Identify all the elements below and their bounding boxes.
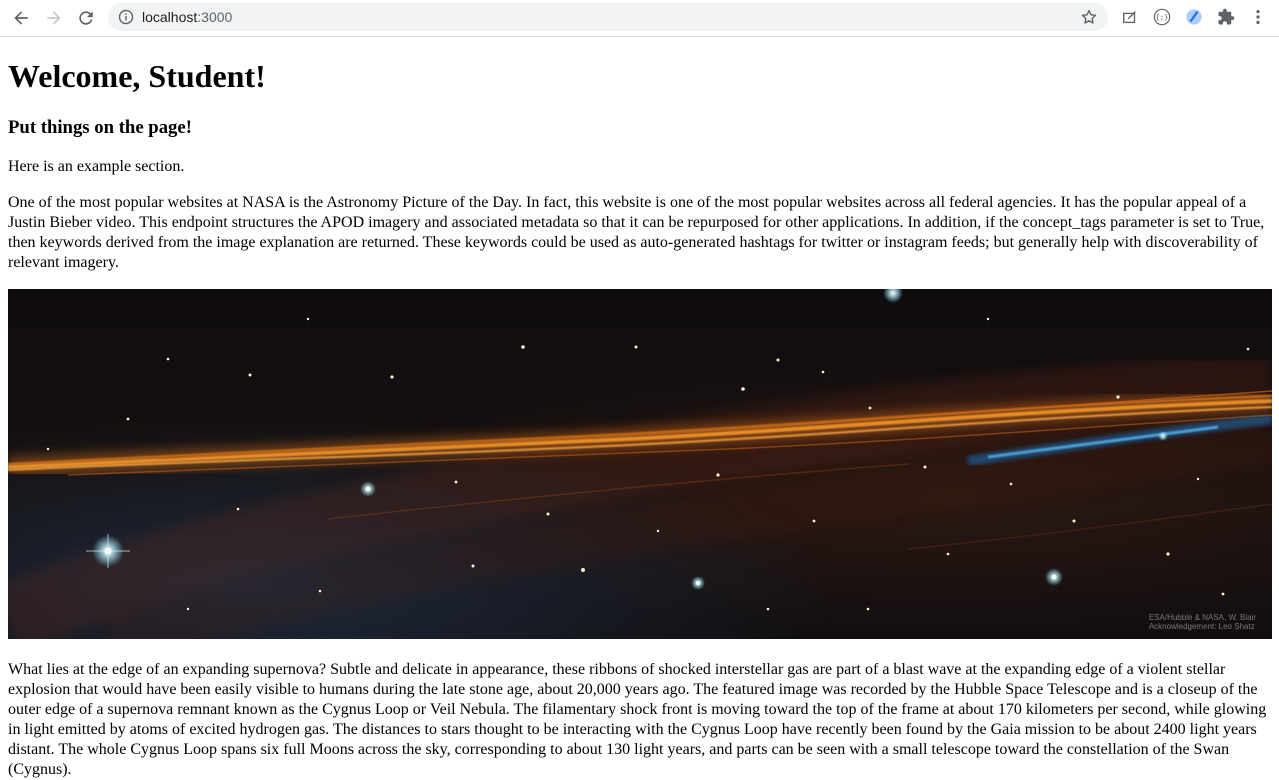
extension-globe-icon[interactable] [1182, 5, 1206, 29]
browser-menu-icon[interactable] [1246, 5, 1270, 29]
back-icon[interactable] [7, 4, 35, 32]
apod-image: ESA/Hubble & NASA, W. Blair Acknowledgem… [8, 289, 1272, 639]
veil-nebula-graphic [8, 289, 1272, 639]
description-text: One of the most popular websites at NASA… [8, 194, 1265, 271]
reload-icon[interactable] [72, 4, 100, 32]
explanation-text: What lies at the edge of an expanding su… [8, 661, 1267, 778]
url-port: :3000 [197, 9, 233, 25]
image-credit-line1: ESA/Hubble & NASA, W. Blair [1148, 613, 1256, 622]
extension-edit-icon[interactable] [1118, 5, 1142, 29]
image-credit-line2: Acknowledgement: Leo Shatz [1148, 622, 1255, 631]
svg-text:{;}: {;} [1156, 13, 1169, 22]
address-bar[interactable]: localhost:3000 [108, 3, 1108, 31]
intro-text: Here is an example section. [8, 158, 185, 175]
browser-toolbar: localhost:3000 {;} [0, 0, 1279, 37]
page-subtitle: Put things on the page! [8, 117, 192, 138]
forward-icon[interactable] [40, 4, 68, 32]
bookmark-star-icon[interactable] [1080, 8, 1098, 26]
page-content: Welcome, Student! Put things on the page… [0, 58, 1279, 780]
site-info-icon[interactable] [118, 9, 134, 25]
url-text[interactable]: localhost:3000 [142, 9, 232, 25]
extensions-puzzle-icon[interactable] [1214, 5, 1238, 29]
url-host: localhost [142, 9, 198, 25]
page-title: Welcome, Student! [8, 58, 266, 94]
image-credit: ESA/Hubble & NASA, W. Blair Acknowledgem… [1149, 613, 1256, 631]
extension-code-icon[interactable]: {;} [1150, 5, 1174, 29]
